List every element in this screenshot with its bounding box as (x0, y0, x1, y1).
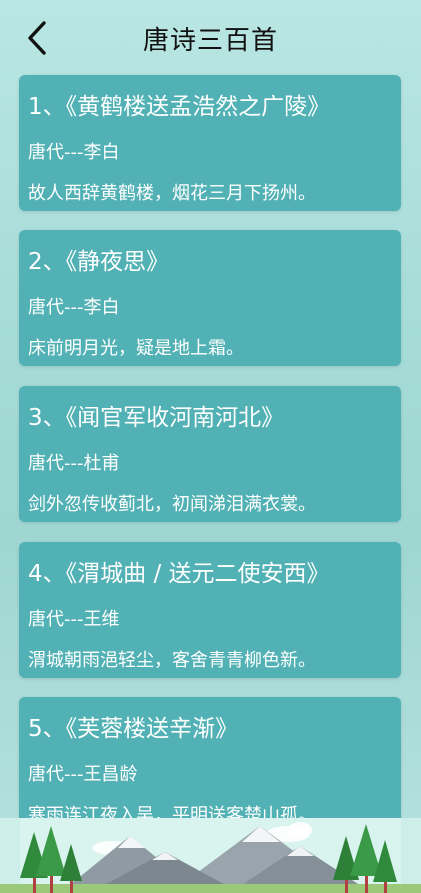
poem-first-line: 渭城朝雨浥轻尘，客舍青青柳色新。 (28, 650, 316, 671)
poem-title: 4、《渭城曲 / 送元二使安西》 (28, 561, 330, 587)
poem-card-1[interactable]: 1、《黄鹤楼送孟浩然之广陵》 唐代---李白 故人西辞黄鹤楼，烟花三月下扬州。 (19, 75, 401, 211)
poem-author: 唐代---李白 (28, 297, 120, 318)
mountain-scenery-illustration (0, 818, 421, 893)
poem-author: 唐代---李白 (28, 142, 120, 163)
poem-author: 唐代---王维 (28, 609, 120, 630)
poem-title: 5、《芙蓉楼送辛渐》 (28, 716, 239, 742)
poem-author: 唐代---王昌龄 (28, 764, 138, 785)
poem-list: 1、《黄鹤楼送孟浩然之广陵》 唐代---李白 故人西辞黄鹤楼，烟花三月下扬州。 … (0, 0, 421, 893)
poem-first-line: 剑外忽传收蓟北，初闻涕泪满衣裳。 (28, 494, 316, 515)
poem-title: 3、《闻官军收河南河北》 (28, 405, 285, 431)
poem-first-line: 床前明月光，疑是地上霜。 (28, 338, 244, 359)
poem-author: 唐代---杜甫 (28, 453, 120, 474)
poem-title: 2、《静夜思》 (28, 249, 170, 275)
poem-card-2[interactable]: 2、《静夜思》 唐代---李白 床前明月光，疑是地上霜。 (19, 230, 401, 366)
poem-card-3[interactable]: 3、《闻官军收河南河北》 唐代---杜甫 剑外忽传收蓟北，初闻涕泪满衣裳。 (19, 386, 401, 522)
poem-card-5[interactable]: 5、《芙蓉楼送辛渐》 唐代---王昌龄 寒雨连江夜入吴，平明送客楚山孤。 (19, 697, 401, 833)
poem-first-line: 故人西辞黄鹤楼，烟花三月下扬州。 (28, 183, 316, 204)
poem-title: 1、《黄鹤楼送孟浩然之广陵》 (28, 94, 331, 120)
poem-card-4[interactable]: 4、《渭城曲 / 送元二使安西》 唐代---王维 渭城朝雨浥轻尘，客舍青青柳色新… (19, 542, 401, 678)
